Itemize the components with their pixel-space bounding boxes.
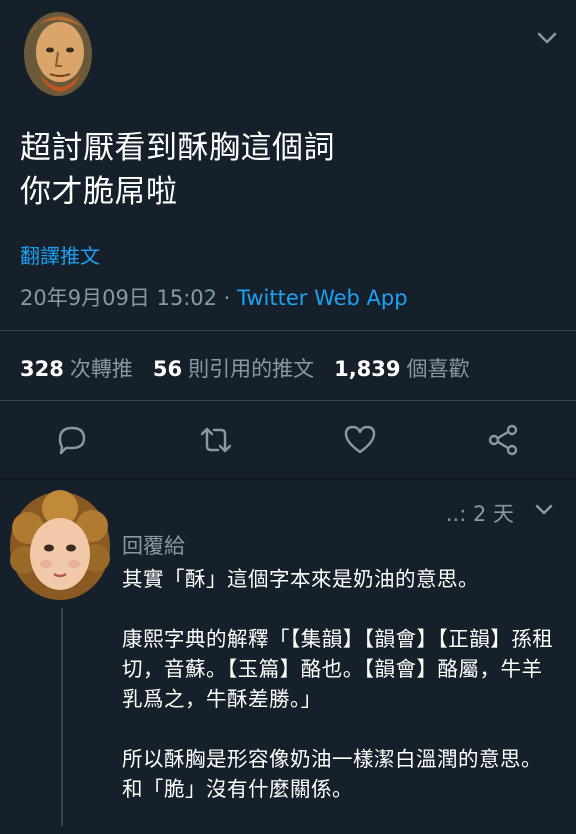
reply-timestamp[interactable]: ..: 2 天 bbox=[446, 498, 514, 528]
quotes-stat[interactable]: 56 則引用的推文 bbox=[153, 357, 334, 381]
quotes-label: 則引用的推文 bbox=[188, 357, 315, 381]
reply-more-chevron-icon[interactable] bbox=[534, 502, 554, 516]
likes-count: 1,839 bbox=[334, 357, 401, 381]
replying-to-label: 回覆給 bbox=[122, 534, 185, 558]
tweet-text-line-2: 你才脆屌啦 bbox=[20, 174, 178, 210]
likes-label: 個喜歡 bbox=[406, 357, 470, 381]
avatar-portrait-image bbox=[10, 4, 106, 100]
retweets-count: 328 bbox=[20, 357, 64, 381]
tweet-stats: 328 次轉推 56 則引用的推文 1,839 個喜歡 bbox=[20, 353, 490, 383]
avatar-child-portrait-image bbox=[4, 488, 116, 608]
section-divider bbox=[0, 478, 576, 480]
reply-icon[interactable] bbox=[52, 420, 92, 460]
tweet-source-link[interactable]: Twitter Web App bbox=[237, 286, 408, 310]
reply-time-value: 2 天 bbox=[472, 502, 514, 526]
tweet-text-line-1: 超討厭看到酥胸這個詞 bbox=[20, 130, 335, 166]
share-icon[interactable] bbox=[484, 420, 524, 460]
quotes-count: 56 bbox=[152, 357, 183, 381]
divider bbox=[0, 330, 576, 331]
reply-author-avatar[interactable] bbox=[4, 488, 116, 608]
tweet-actions bbox=[0, 420, 576, 464]
translate-tweet-link[interactable]: 翻譯推文 bbox=[20, 240, 100, 269]
tweet-timestamp[interactable]: 20年9月09日 15:02 bbox=[20, 286, 217, 310]
retweet-icon[interactable] bbox=[196, 420, 236, 460]
reply-text: 其實「酥」這個字本來是奶油的意思。 康熙字典的解釋「【集韻】【韻會】【正韻】孫租… bbox=[122, 564, 562, 834]
reply-paragraph: 康熙字典的解釋「【集韻】【韻會】【正韻】孫租切，音蘇。【玉篇】酪也。【韻會】酪屬… bbox=[122, 627, 554, 711]
heart-icon[interactable] bbox=[340, 420, 380, 460]
retweets-stat[interactable]: 328 次轉推 bbox=[20, 357, 153, 381]
reply-time-prefix: ..: bbox=[445, 502, 473, 526]
divider bbox=[0, 400, 576, 401]
more-options-chevron-icon[interactable] bbox=[536, 30, 558, 46]
likes-stat[interactable]: 1,839 個喜歡 bbox=[334, 357, 489, 381]
tweet-meta: 20年9月09日 15:02 · Twitter Web App bbox=[20, 282, 408, 312]
retweets-label: 次轉推 bbox=[69, 357, 133, 381]
thread-line bbox=[61, 606, 63, 826]
reply-paragraph: 其實「酥」這個字本來是奶油的意思。 bbox=[122, 567, 479, 591]
reply-paragraph: 所以酥胸是形容像奶油一樣潔白溫潤的意思。和「脆」沒有什麼關係。 bbox=[122, 747, 542, 801]
meta-separator: · bbox=[217, 286, 238, 310]
tweet-text: 超討厭看到酥胸這個詞 你才脆屌啦 bbox=[20, 126, 540, 214]
author-avatar[interactable] bbox=[10, 4, 106, 100]
